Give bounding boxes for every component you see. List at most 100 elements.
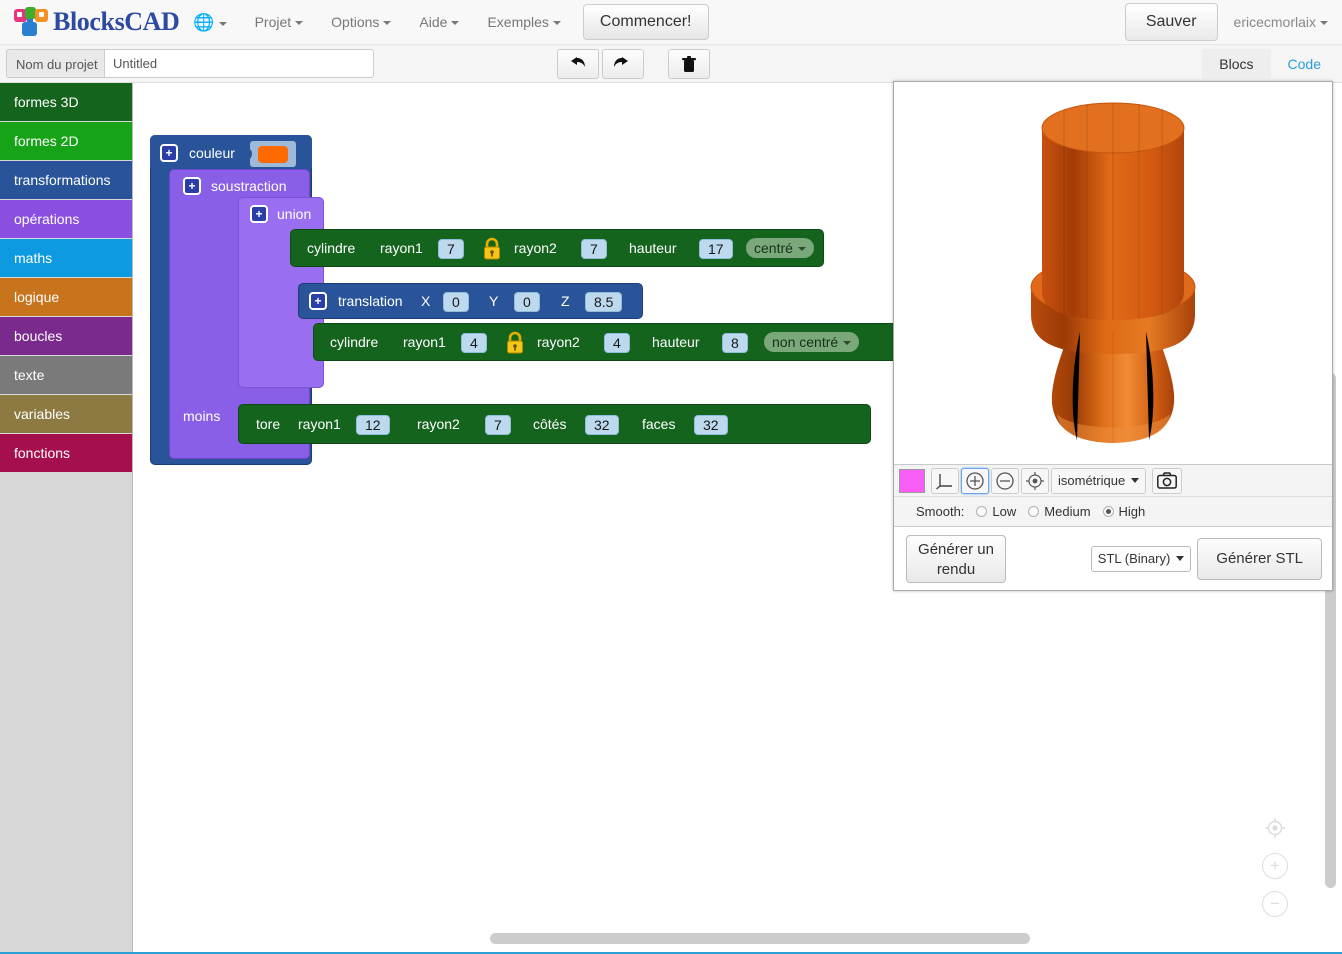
sidebar-item-formes-3d[interactable]: formes 3D [0,83,132,121]
cylindre2-rayon2-value[interactable]: 4 [604,333,630,353]
view-orientation-select[interactable]: isométrique [1051,467,1147,494]
translation-label: translation [338,293,403,309]
app-logo[interactable]: BlocksCAD [14,7,180,37]
sidebar-item-operations[interactable]: opérations [0,200,132,238]
viewer-toolbar: isométrique [894,464,1332,496]
menu-options[interactable]: Options [317,0,405,45]
tab-blocs[interactable]: Blocs [1202,49,1271,79]
smooth-low-radio[interactable] [976,506,988,517]
sidebar-item-fonctions[interactable]: fonctions [0,434,132,472]
save-button[interactable]: Sauver [1124,3,1218,41]
redo-arrow-icon [614,57,628,67]
brand-name: BlocksCAD [53,7,180,36]
sidebar-item-texte[interactable]: texte [0,356,132,394]
language-menu[interactable]: 🌐 [179,0,240,45]
undo-button[interactable] [557,49,599,79]
translation-mutator-button[interactable]: + [309,292,327,310]
tore-cotes-value[interactable]: 32 [585,415,619,435]
stl-format-select[interactable]: STL (Binary) [1090,545,1192,572]
smooth-high-radio[interactable] [1102,506,1114,517]
translation-z-value[interactable]: 8.5 [585,292,623,312]
render-color-swatch[interactable] [899,468,925,493]
start-button[interactable]: Commencer! [582,4,709,40]
plug-icon [478,417,485,435]
tab-code[interactable]: Code [1271,49,1338,79]
cylindre1-rayon2-label: rayon2 [514,240,557,256]
plug-icon [436,294,443,312]
block-translation[interactable]: + translation X 0 Y 0 Z 8.5 [298,283,643,319]
axes-toggle-button[interactable] [931,467,959,494]
cylindre2-rayon1-value[interactable]: 4 [461,333,487,353]
chevron-down-icon [843,341,852,346]
sidebar-item-transformations[interactable]: transformations [0,161,132,199]
trash-icon [682,55,696,72]
smooth-medium-radio[interactable] [1028,506,1040,517]
translation-z-label: Z [561,293,570,309]
3d-render-canvas[interactable] [894,82,1332,464]
top-navbar: BlocksCAD 🌐 Projet Options Aide Exemples… [0,0,1342,45]
tore-rayon1-label: rayon1 [298,416,341,432]
screenshot-button[interactable] [1152,467,1183,494]
cylindre1-rayon2-value[interactable]: 7 [581,239,607,259]
generate-render-button[interactable]: Générer un rendu [906,534,1006,583]
zoom-out-icon: − [1270,894,1280,913]
translation-y-value[interactable]: 0 [514,292,540,312]
sidebar-item-boucles[interactable]: boucles [0,317,132,355]
cylindre1-centering-dropdown[interactable]: centré [746,238,814,258]
delete-all-button[interactable] [668,49,710,79]
lock-icon[interactable] [482,237,502,261]
tore-faces-value[interactable]: 32 [694,415,728,435]
sidebar-item-variables[interactable]: variables [0,395,132,433]
redo-button[interactable] [602,49,644,79]
sidebar-item-logique[interactable]: logique [0,278,132,316]
translation-x-value[interactable]: 0 [443,292,469,312]
globe-icon: 🌐 [193,12,215,32]
cylindre1-hauteur-value[interactable]: 17 [699,239,733,259]
project-name-input[interactable] [104,49,374,78]
cylindre2-hauteur-value[interactable]: 8 [722,333,748,353]
smooth-label: Smooth: [916,504,965,519]
union-mutator-button[interactable]: + [250,205,268,223]
cylindre1-rayon1-value[interactable]: 7 [438,239,464,259]
workspace-horizontal-scrollbar[interactable] [490,933,1030,944]
soustraction-mutator-button[interactable]: + [183,177,201,195]
menu-exemples[interactable]: Exemples [473,0,574,45]
viewer-zoom-in-button[interactable] [961,467,989,494]
color-swatch-field[interactable] [258,146,288,163]
plug-icon [692,241,699,259]
cylindre2-centering-dropdown[interactable]: non centré [764,332,860,352]
viewer-zoom-out-button[interactable] [991,467,1019,494]
plug-icon [454,335,461,353]
sidebar-item-formes-2d[interactable]: formes 2D [0,122,132,160]
lock-icon[interactable] [505,331,525,355]
generate-stl-button[interactable]: Générer STL [1197,537,1322,580]
rendered-model [1030,102,1196,443]
chevron-down-icon [218,21,227,26]
block-cylindre-1[interactable]: cylindre rayon1 7 rayon2 7 hauteur 17 ce… [290,229,824,267]
tore-rayon2-value[interactable]: 7 [485,415,511,435]
viewer-recenter-button[interactable] [1021,467,1049,494]
menu-aide[interactable]: Aide [405,0,473,45]
soustraction-label: soustraction [211,178,287,194]
zoom-in-icon [966,471,984,490]
union-label: union [277,206,312,222]
workspace-recenter-button[interactable] [1262,815,1288,841]
workspace-zoom-in-button[interactable]: + [1262,853,1288,879]
tore-rayon1-value[interactable]: 12 [356,415,390,435]
cylindre2-rayon2-label: rayon2 [537,334,580,350]
tore-cotes-label: côtés [533,416,567,432]
workspace-zoom-out-button[interactable]: − [1262,891,1288,917]
plug-icon [574,241,581,259]
3d-viewer-panel: isométrique Smooth: Low Medium High Géné… [893,81,1333,591]
recenter-target-icon [1026,471,1044,490]
project-name-label: Nom du projet [6,49,107,78]
sidebar-item-maths[interactable]: maths [0,239,132,277]
blockscad-logo-icon [14,7,50,37]
menu-projet[interactable]: Projet [241,0,318,45]
user-account-menu[interactable]: ericecmorlaix [1234,14,1328,30]
couleur-mutator-button[interactable]: + [160,144,178,162]
cylindre1-rayon1-label: rayon1 [380,240,423,256]
block-tore[interactable]: tore rayon1 12 rayon2 7 côtés 32 faces 3… [238,404,871,444]
chevron-down-icon [1131,478,1140,483]
couleur-field-wrap [250,141,296,167]
